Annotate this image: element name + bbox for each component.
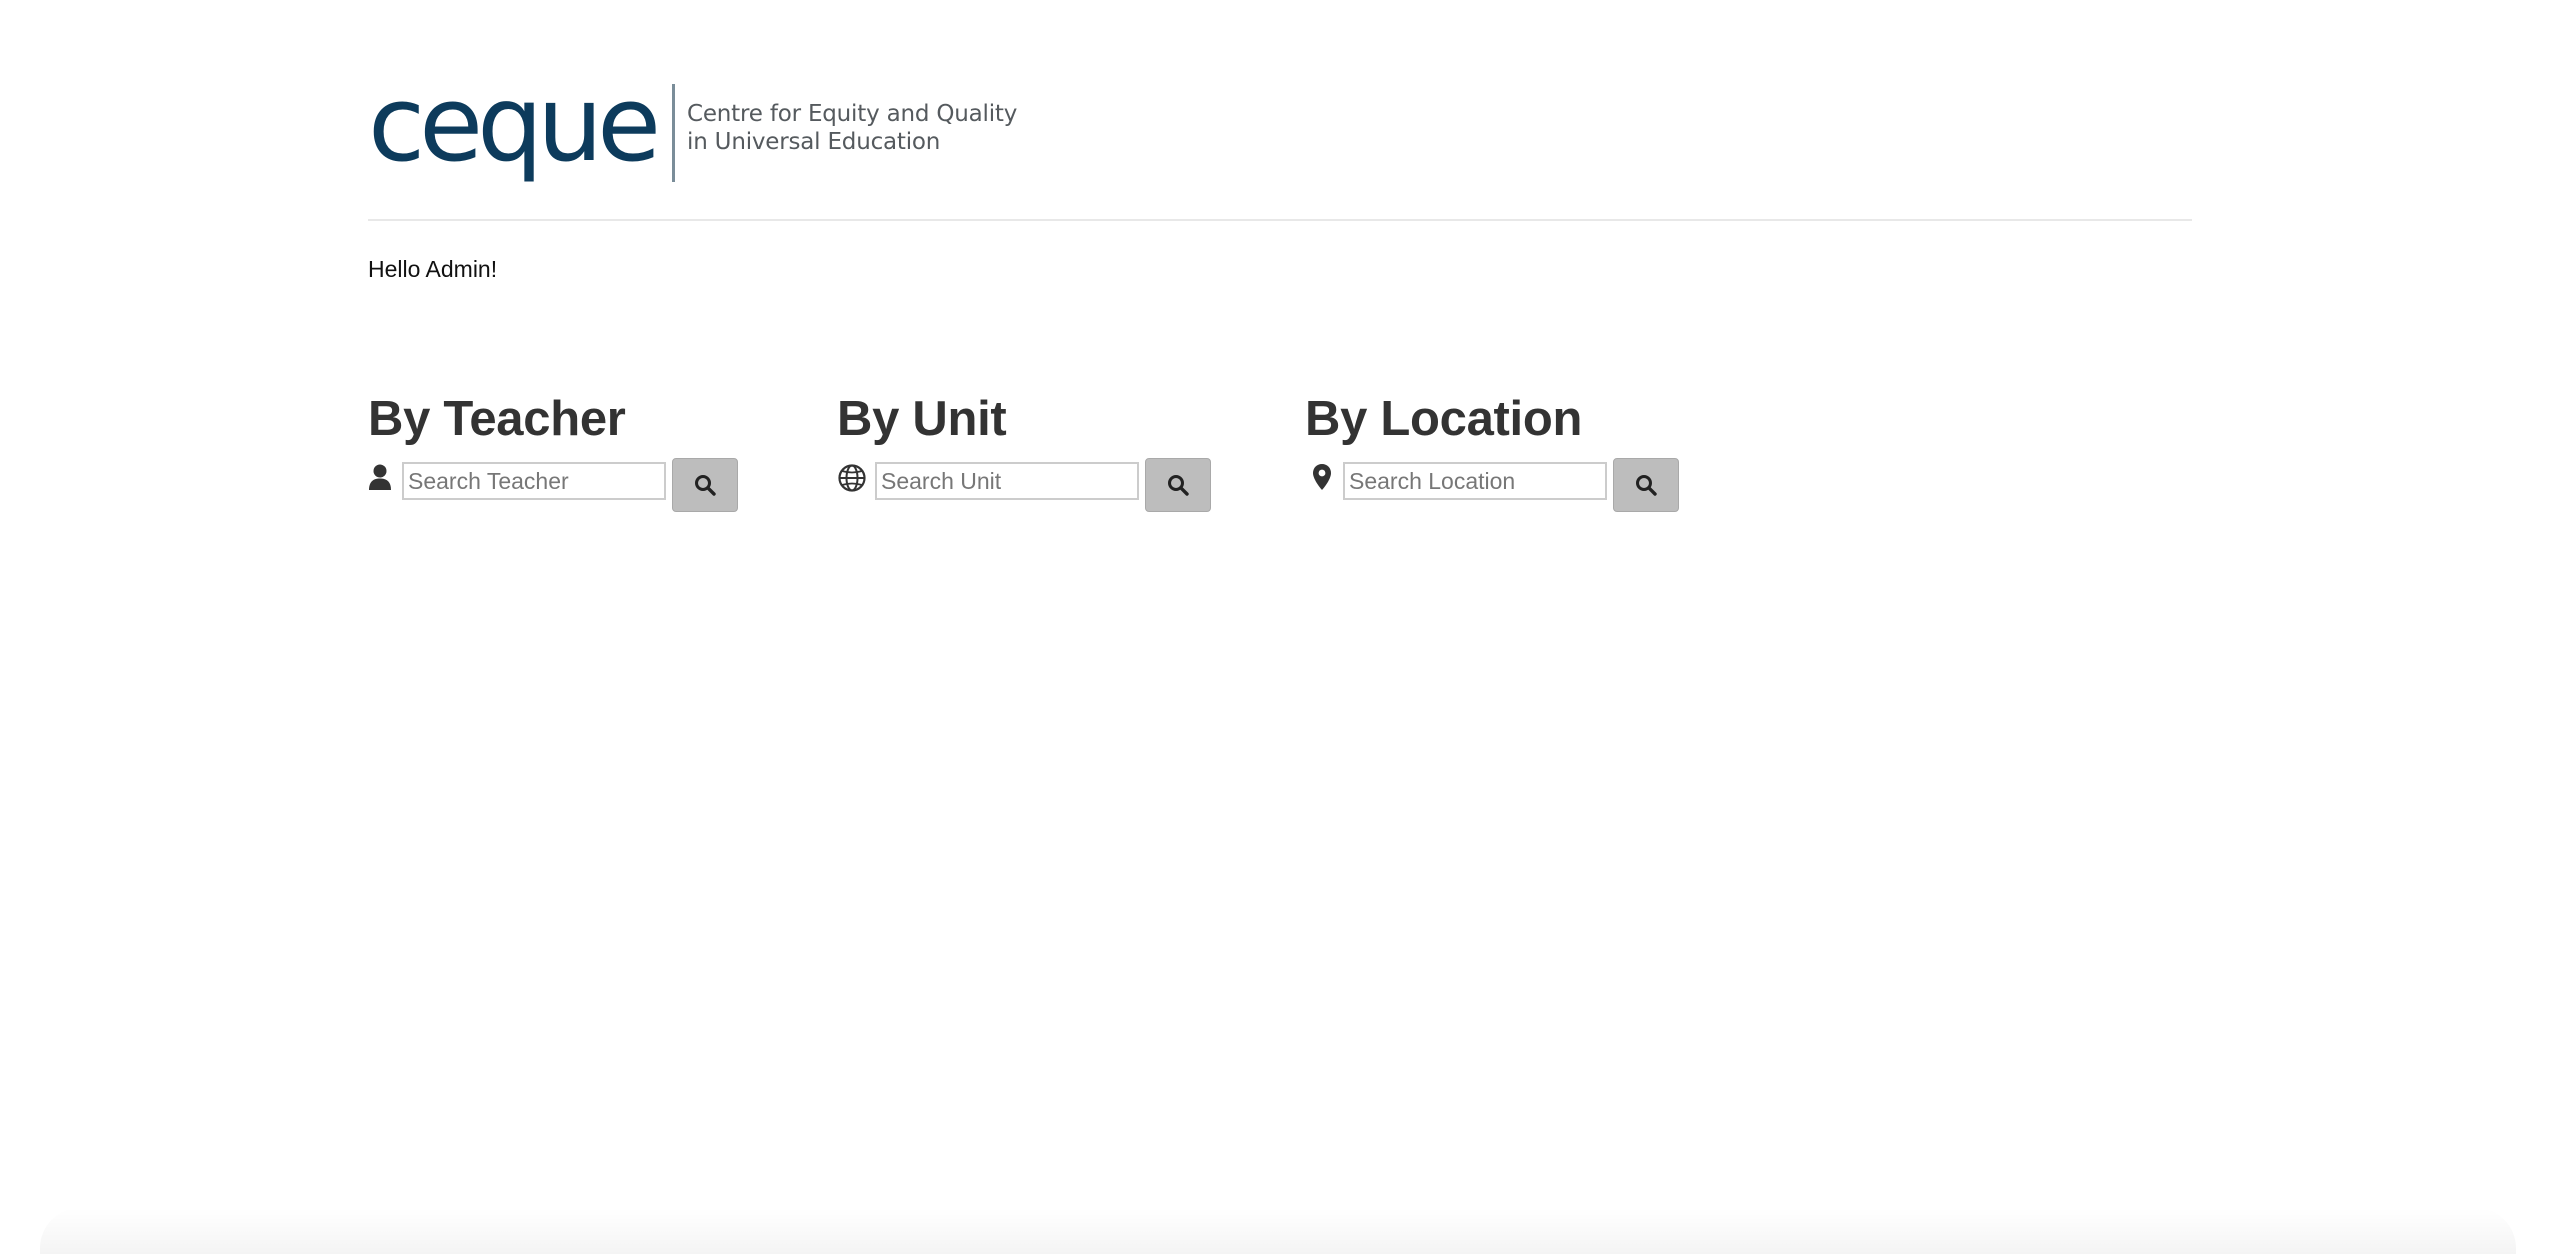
search-section-unit: By Unit <box>837 384 1307 512</box>
search-section-location: By Location <box>1305 384 1775 512</box>
ceque-logo[interactable]: ceque Centre for Equity and Quality in U… <box>368 82 1017 182</box>
section-heading-location: By Location <box>1305 392 1583 446</box>
logo-tagline: Centre for Equity and Quality in Univers… <box>687 82 1017 156</box>
search-unit-input[interactable] <box>875 462 1139 500</box>
map-marker-icon <box>1305 463 1339 493</box>
search-location-input[interactable] <box>1343 462 1607 500</box>
greeting-text: Hello Admin! <box>368 256 498 282</box>
logo-divider <box>672 84 675 182</box>
ceque-wordmark: ceque <box>368 82 658 182</box>
search-icon <box>1636 475 1657 496</box>
bottom-shadow <box>40 1208 2516 1254</box>
search-section-teacher: By Teacher <box>368 384 838 512</box>
tagline-line-1: Centre for Equity and Quality <box>687 101 1018 127</box>
section-heading-teacher: By Teacher <box>368 392 626 446</box>
search-teacher-input[interactable] <box>402 462 666 500</box>
user-icon <box>368 463 398 493</box>
search-unit-button[interactable] <box>1145 458 1211 512</box>
header-divider <box>368 219 2192 221</box>
search-icon <box>695 475 716 496</box>
search-row-location <box>1305 458 1775 512</box>
svg-text:ceque: ceque <box>368 82 656 182</box>
search-icon <box>1168 475 1189 496</box>
search-row-teacher <box>368 458 838 512</box>
page: ceque Centre for Equity and Quality in U… <box>0 0 2556 1254</box>
section-heading-unit: By Unit <box>837 392 1007 446</box>
search-location-button[interactable] <box>1613 458 1679 512</box>
search-row-unit <box>837 458 1307 512</box>
search-teacher-button[interactable] <box>672 458 738 512</box>
globe-icon <box>837 463 871 493</box>
tagline-line-2: in Universal Education <box>687 129 941 155</box>
